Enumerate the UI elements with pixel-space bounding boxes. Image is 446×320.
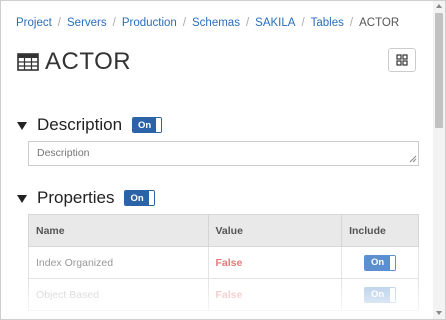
property-include-cell: On xyxy=(341,246,419,279)
table-header-row: Name Value Include xyxy=(28,214,419,247)
scrollbar-thumb[interactable] xyxy=(435,13,443,128)
properties-table: Name Value Include Index Organized False… xyxy=(28,214,419,311)
scroll-down-arrow-icon[interactable] xyxy=(436,311,442,315)
property-name: Index Organized xyxy=(28,246,209,279)
include-toggle[interactable]: On xyxy=(363,254,397,271)
toggle-label: On xyxy=(125,191,149,205)
scroll-up-arrow-icon[interactable] xyxy=(436,4,442,8)
toggle-label: On xyxy=(364,287,391,302)
breadcrumb-separator: / xyxy=(245,17,250,29)
property-include-cell: On xyxy=(341,278,419,311)
include-toggle[interactable]: On xyxy=(363,286,397,303)
toggle-knob xyxy=(390,255,396,270)
collapse-triangle-icon[interactable] xyxy=(17,195,27,203)
description-section-title: Description xyxy=(37,115,123,134)
toggle-knob xyxy=(390,287,396,302)
table-row: Index Organized False On xyxy=(28,246,419,279)
table-row: Object Based False On xyxy=(28,278,419,311)
column-header-value: Value xyxy=(207,214,343,247)
description-input[interactable] xyxy=(28,141,419,166)
breadcrumb-separator: / xyxy=(301,17,305,29)
page-header: ACTOR xyxy=(17,47,131,77)
breadcrumb-schemas[interactable]: Schemas xyxy=(192,17,240,29)
breadcrumb: Project / Servers / Production / Schemas / SAKIL… xyxy=(16,17,399,29)
description-toggle[interactable]: On xyxy=(132,117,163,133)
table-icon xyxy=(17,53,39,71)
column-header-name: Name xyxy=(28,214,209,247)
panel-frame: Project / Servers / Production / Schemas / SAKIL… xyxy=(0,0,446,320)
breadcrumb-separator: / xyxy=(349,17,354,29)
breadcrumb-separator: / xyxy=(57,17,61,29)
breadcrumb-separator: / xyxy=(112,17,116,29)
breadcrumb-current: ACTOR xyxy=(359,17,400,29)
toggle-knob xyxy=(156,118,162,132)
toggle-label: On xyxy=(133,118,157,132)
page-title: ACTOR xyxy=(45,48,132,75)
breadcrumb-sakila[interactable]: SAKILA xyxy=(255,17,295,29)
description-section-header: Description On xyxy=(17,115,163,135)
collapse-triangle-icon[interactable] xyxy=(17,122,27,130)
column-header-include: Include xyxy=(341,214,419,247)
breadcrumb-servers[interactable]: Servers xyxy=(67,17,107,29)
property-value[interactable]: False xyxy=(207,278,343,311)
breadcrumb-production[interactable]: Production xyxy=(122,17,177,29)
breadcrumb-tables[interactable]: Tables xyxy=(311,17,344,29)
toggle-knob xyxy=(148,191,154,205)
toggle-label: On xyxy=(364,255,391,270)
property-name: Object Based xyxy=(28,278,209,311)
grid-icon xyxy=(396,54,408,66)
breadcrumb-project[interactable]: Project xyxy=(16,17,52,29)
breadcrumb-separator: / xyxy=(182,17,187,29)
grid-view-button[interactable] xyxy=(388,48,416,72)
properties-section-header: Properties On xyxy=(17,188,155,208)
property-value[interactable]: False xyxy=(207,246,343,279)
properties-section-title: Properties xyxy=(37,188,115,207)
properties-toggle[interactable]: On xyxy=(124,190,155,206)
resize-handle-icon[interactable] xyxy=(409,155,417,163)
